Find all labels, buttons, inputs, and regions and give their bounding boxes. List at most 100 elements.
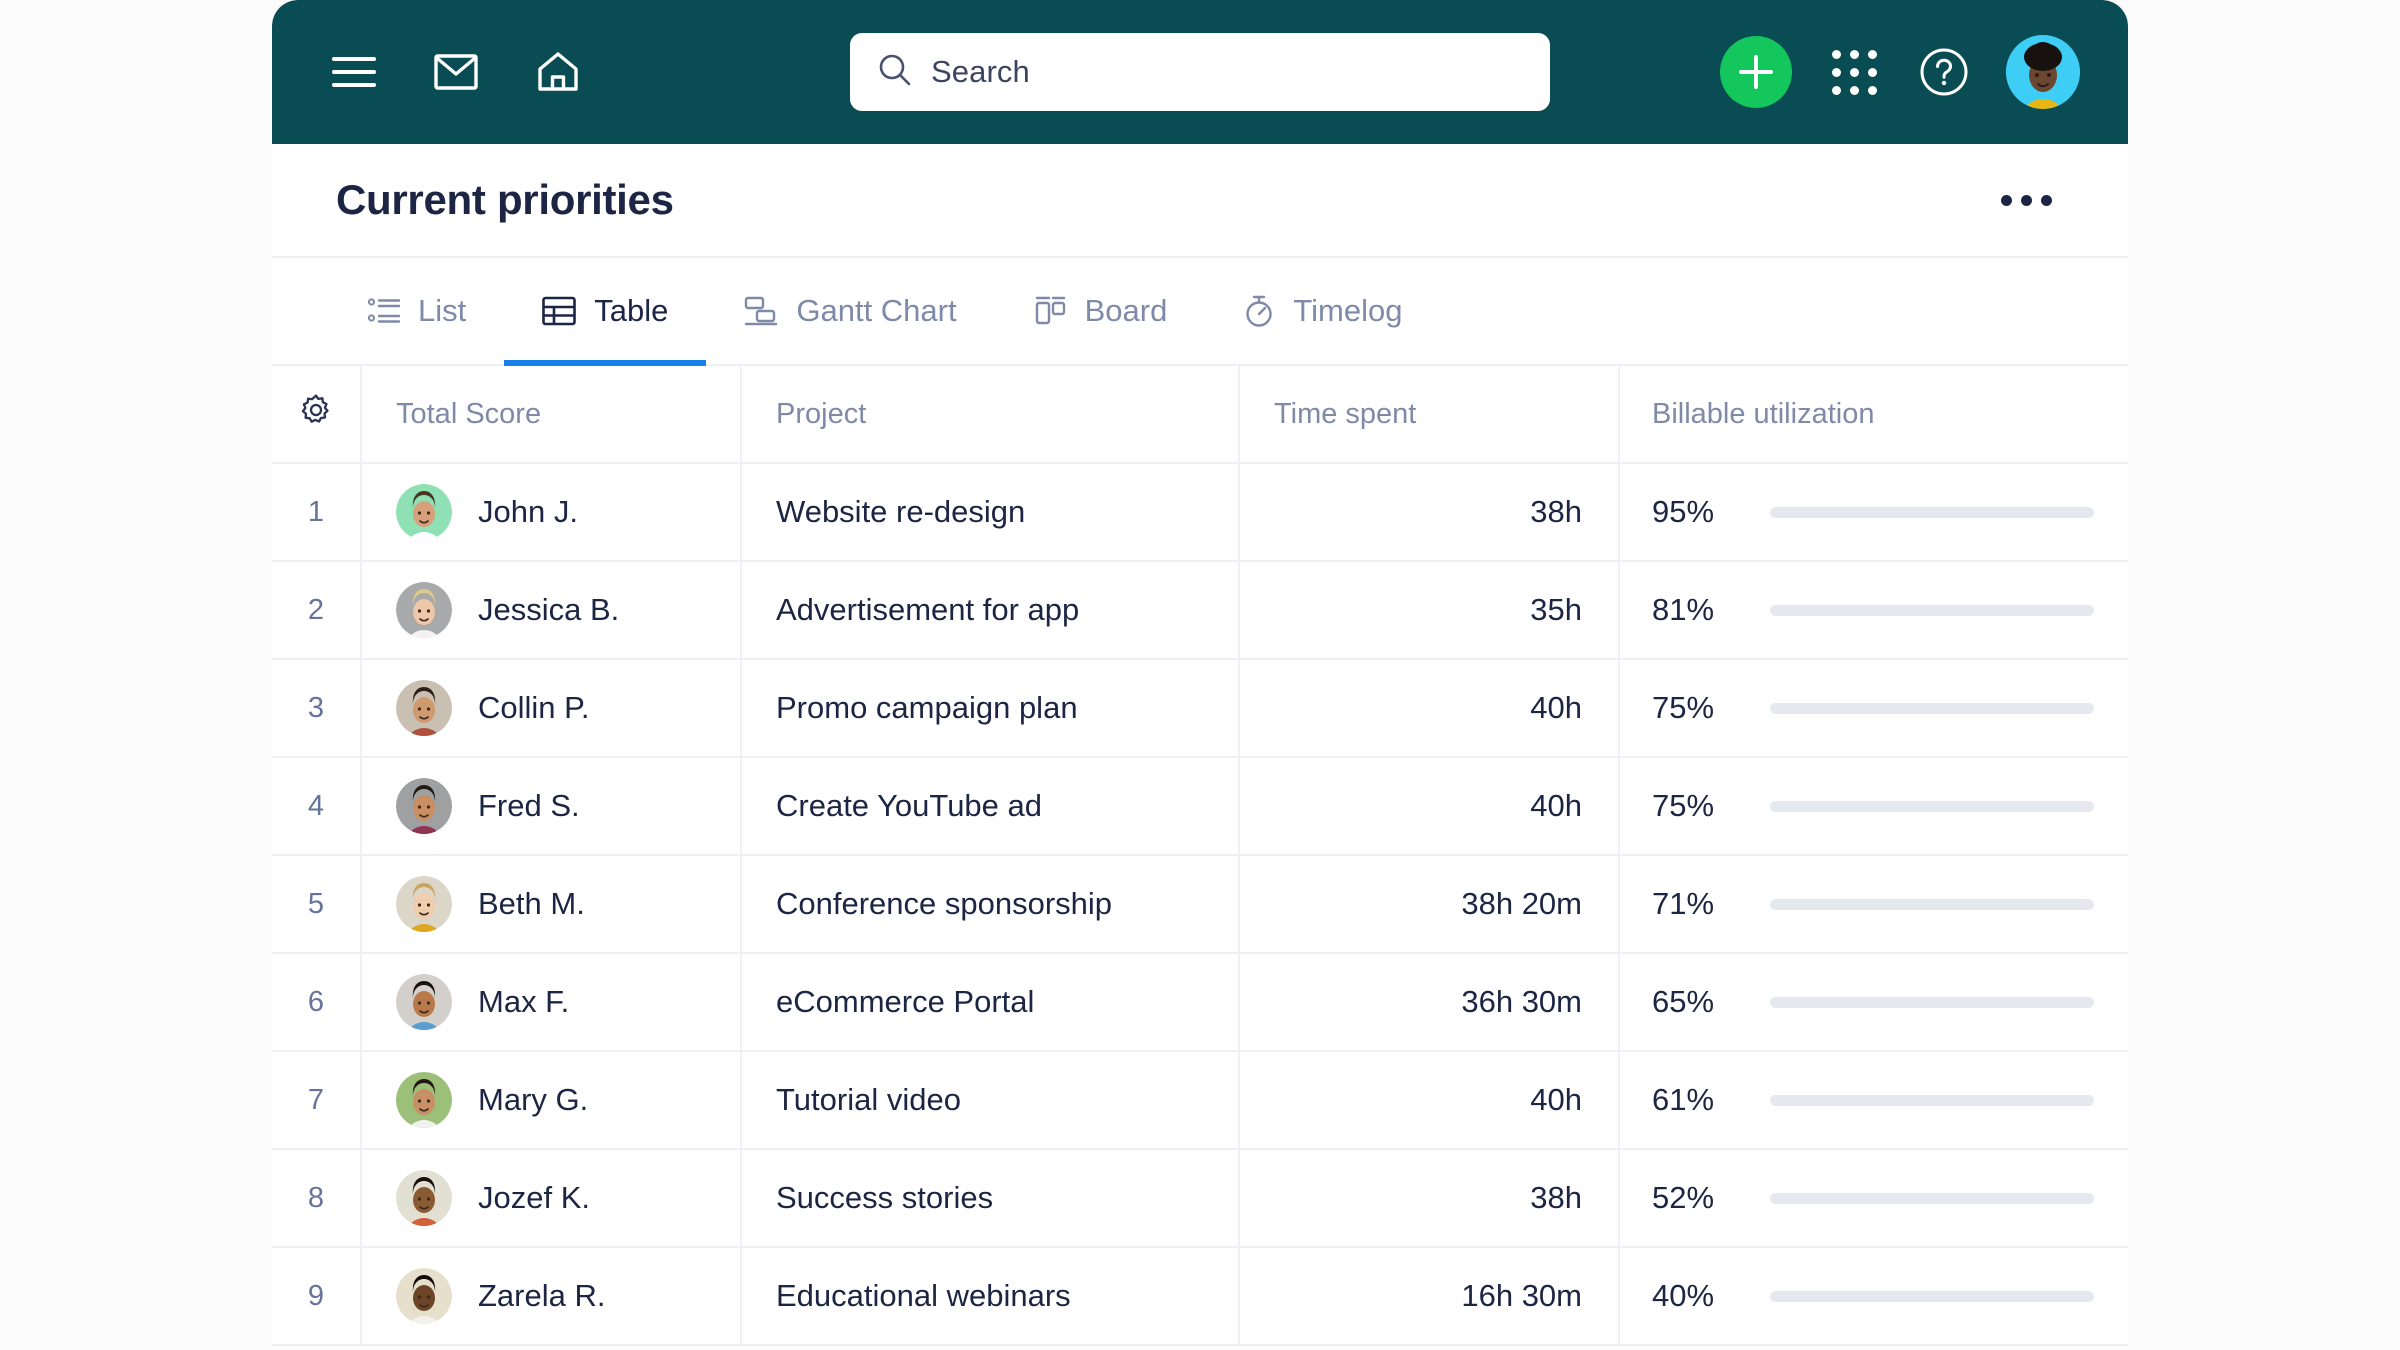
avatar [396, 680, 452, 736]
cell-project: Conference sponsorship [742, 856, 1240, 952]
tab-gantt-chart-label: Gantt Chart [796, 293, 957, 328]
row-number: 2 [272, 562, 362, 658]
table-row[interactable]: 5 Beth M. Conference sponsorship 38h 20m 71% [272, 856, 2128, 954]
hamburger-menu-icon[interactable] [328, 46, 380, 98]
tab-timelog[interactable]: Timelog [1205, 258, 1440, 364]
utilization-progress-bar [1770, 702, 2094, 714]
table-header-row: Total Score Project Time spent Billable … [272, 366, 2128, 464]
avatar [396, 582, 452, 638]
column-header-total-score[interactable]: Total Score [362, 366, 742, 462]
search-box[interactable] [850, 33, 1550, 111]
search-input[interactable] [931, 54, 1522, 90]
cell-billable-utilization: 95% [1620, 464, 2128, 560]
cell-time-spent: 40h [1240, 660, 1620, 756]
avatar [396, 1170, 452, 1226]
cell-billable-utilization: 71% [1620, 856, 2128, 952]
envelope-icon[interactable] [430, 46, 482, 98]
more-options-icon[interactable] [1991, 181, 2062, 220]
table-row[interactable]: 1 John J. Website re-design 38h 95% [272, 464, 2128, 562]
cell-total-score: John J. [362, 464, 742, 560]
project-name: Create YouTube ad [776, 788, 1043, 823]
avatar [396, 1072, 452, 1128]
avatar [396, 876, 452, 932]
gear-icon [299, 393, 333, 435]
cell-billable-utilization: 40% [1620, 1248, 2128, 1344]
cell-project: Promo campaign plan [742, 660, 1240, 756]
project-name: Tutorial video [776, 1082, 961, 1117]
column-header-time-spent[interactable]: Time spent [1240, 366, 1620, 462]
column-header-billable-utilization[interactable]: Billable utilization [1620, 366, 2128, 462]
utilization-progress-bar [1770, 996, 2094, 1008]
table-row[interactable]: 7 Mary G. Tutorial video 40h 61% [272, 1052, 2128, 1150]
assignee-name: Fred S. [478, 788, 580, 823]
utilization-percent: 75% [1652, 788, 1715, 823]
utilization-progress-bar [1770, 898, 2094, 910]
avatar [396, 484, 452, 540]
utilization-percent: 61% [1652, 1082, 1715, 1117]
user-avatar[interactable] [2006, 35, 2080, 109]
table-row[interactable]: 9 Zarela R. Educational webinars 16h 30m 40% [272, 1248, 2128, 1346]
cell-project: Create YouTube ad [742, 758, 1240, 854]
search-container [850, 33, 1550, 111]
utilization-percent: 81% [1652, 592, 1715, 627]
cell-time-spent: 35h [1240, 562, 1620, 658]
tab-board[interactable]: Board [995, 258, 1206, 364]
column-header-label: Time spent [1274, 397, 1417, 430]
project-name: Success stories [776, 1180, 994, 1215]
cell-time-spent: 38h [1240, 1150, 1620, 1246]
project-name: Promo campaign plan [776, 690, 1078, 725]
stopwatch-icon [1243, 295, 1275, 327]
utilization-percent: 65% [1652, 984, 1715, 1019]
assignee-name: Zarela R. [478, 1278, 606, 1313]
cell-project: Advertisement for app [742, 562, 1240, 658]
cell-total-score: Fred S. [362, 758, 742, 854]
project-name: Educational webinars [776, 1278, 1071, 1313]
cell-time-spent: 36h 30m [1240, 954, 1620, 1050]
project-name: Advertisement for app [776, 592, 1080, 627]
table-row[interactable]: 3 Collin P. Promo campaign plan 40h 75% [272, 660, 2128, 758]
tab-table-label: Table [594, 293, 669, 328]
page-title: Current priorities [336, 176, 674, 223]
utilization-percent: 95% [1652, 494, 1715, 529]
board-icon [1033, 296, 1067, 326]
cell-time-spent: 40h [1240, 1052, 1620, 1148]
cell-billable-utilization: 65% [1620, 954, 2128, 1050]
time-spent-value: 38h [1530, 494, 1582, 529]
topbar-left-icons [328, 46, 584, 98]
cell-billable-utilization: 52% [1620, 1150, 2128, 1246]
cell-time-spent: 40h [1240, 758, 1620, 854]
column-header-label: Total Score [396, 397, 542, 430]
column-header-label: Billable utilization [1652, 397, 1875, 430]
add-button[interactable] [1720, 36, 1792, 108]
column-header-project[interactable]: Project [742, 366, 1240, 462]
row-number: 9 [272, 1248, 362, 1344]
search-icon [878, 53, 911, 91]
time-spent-value: 40h [1530, 788, 1582, 823]
tab-list[interactable]: List [330, 258, 504, 364]
table-row[interactable]: 4 Fred S. Create YouTube ad 40h 75% [272, 758, 2128, 856]
row-number: 7 [272, 1052, 362, 1148]
cell-total-score: Jessica B. [362, 562, 742, 658]
cell-total-score: Mary G. [362, 1052, 742, 1148]
assignee-name: Jessica B. [478, 592, 620, 627]
assignee-name: Beth M. [478, 886, 585, 921]
table-row[interactable]: 2 Jessica B. Advertisement for app 35h 81% [272, 562, 2128, 660]
cell-project: Success stories [742, 1150, 1240, 1246]
top-navigation-bar [272, 0, 2128, 144]
home-icon[interactable] [532, 46, 584, 98]
grid-apps-icon[interactable] [1826, 44, 1882, 100]
cell-total-score: Zarela R. [362, 1248, 742, 1344]
tab-gantt-chart[interactable]: Gantt Chart [706, 258, 994, 364]
tab-table[interactable]: Table [504, 258, 707, 366]
utilization-progress-bar [1770, 604, 2094, 616]
cell-total-score: Max F. [362, 954, 742, 1050]
help-circle-icon[interactable] [1916, 44, 1972, 100]
project-name: eCommerce Portal [776, 984, 1035, 1019]
table-row[interactable]: 6 Max F. eCommerce Portal 36h 30m 65% [272, 954, 2128, 1052]
column-settings-button[interactable] [272, 366, 362, 462]
table-row[interactable]: 8 Jozef K. Success stories 38h 52% [272, 1150, 2128, 1248]
time-spent-value: 38h [1530, 1180, 1582, 1215]
utilization-percent: 75% [1652, 690, 1715, 725]
cell-project: Website re-design [742, 464, 1240, 560]
row-number: 3 [272, 660, 362, 756]
